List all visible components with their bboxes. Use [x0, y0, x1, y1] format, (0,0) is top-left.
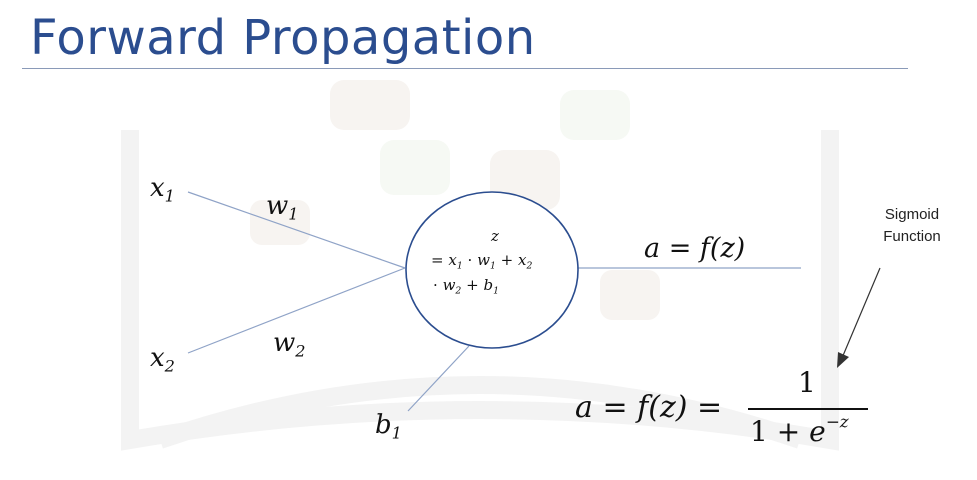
neuron-z: z: [491, 227, 499, 245]
annotation-arrow-head: [837, 352, 849, 368]
output-formula: a = f(z): [644, 233, 746, 264]
sigmoid-fraction-bar: [748, 408, 868, 410]
weight-w2: w2: [273, 328, 306, 359]
bias-b1-index: 1: [391, 423, 402, 443]
input-x1: x1: [150, 173, 175, 204]
bias-b1-symbol: b: [375, 410, 392, 440]
weight-w1-symbol: w: [266, 191, 289, 221]
annotation-arrow-line: [841, 267, 881, 359]
input-x2-symbol: x: [150, 343, 165, 373]
sigmoid-numerator: 1: [798, 366, 816, 399]
weight-w2-symbol: w: [273, 328, 296, 358]
input-x2-index: 2: [164, 356, 175, 376]
input-x1-index: 1: [164, 186, 175, 206]
sigmoid-lhs: a = f(z) =: [575, 390, 723, 425]
sigmoid-annotation-line1: Sigmoid: [884, 206, 940, 223]
input-x2: x2: [150, 343, 175, 374]
weight-w2-index: 2: [295, 341, 306, 361]
neuron-z-label: z: [491, 229, 499, 244]
neuron-formula-line2: = x1 · w1 + x2: [431, 251, 533, 272]
bias-b1: b1: [375, 410, 402, 441]
sigmoid-annotation: Sigmoid Function: [862, 204, 962, 248]
slide: Forward Propagation x1 x2 w1 w2 b1 z = x…: [0, 0, 977, 480]
neuron-formula-line3: · w2 + b1: [433, 276, 499, 297]
edge-b1-to-neuron: [407, 345, 470, 412]
sigmoid-annotation-line2: Function: [883, 227, 941, 245]
input-x1-symbol: x: [150, 173, 165, 203]
weight-w1: w1: [266, 191, 299, 222]
sigmoid-denominator: 1 + e−z: [750, 411, 849, 448]
weight-w1-index: 1: [288, 204, 299, 224]
